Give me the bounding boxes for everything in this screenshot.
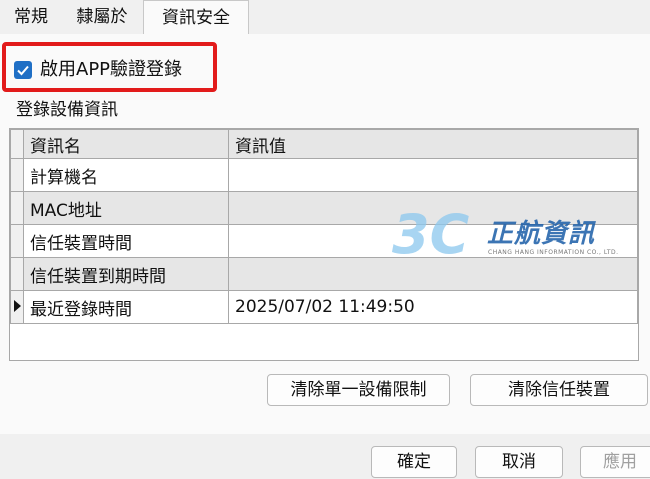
- row-header[interactable]: [10, 257, 24, 291]
- clear-device-limit-button[interactable]: 清除單一設備限制: [267, 374, 450, 406]
- watermark-mark: 3C: [392, 203, 470, 266]
- cell-name: 信任裝置時間: [23, 224, 229, 258]
- apply-button[interactable]: 應用: [580, 446, 650, 478]
- cell-value: 2025/07/02 11:49:50: [228, 290, 638, 324]
- clear-trusted-device-button[interactable]: 清除信任裝置: [470, 374, 648, 406]
- table-row[interactable]: 計算機名: [10, 158, 638, 192]
- tab-general[interactable]: 常規: [0, 2, 62, 32]
- row-header[interactable]: [10, 158, 24, 192]
- watermark-company-cn: 正航資訊: [487, 219, 596, 249]
- table-row[interactable]: 最近登錄時間 2025/07/02 11:49:50: [10, 290, 638, 324]
- cell-name: MAC地址: [23, 191, 229, 225]
- column-header-value[interactable]: 資訊值: [228, 129, 638, 159]
- app-auth-label[interactable]: 啟用APP驗證登錄: [40, 56, 182, 84]
- cell-value: [228, 158, 638, 192]
- current-row-arrow-icon: [13, 300, 21, 312]
- cell-name: 信任裝置到期時間: [23, 257, 229, 291]
- tab-member-of[interactable]: 隸屬於: [62, 2, 142, 32]
- column-header-name[interactable]: 資訊名: [23, 129, 229, 159]
- cell-name: 計算機名: [23, 158, 229, 192]
- tab-bar: 常規 隸屬於 資訊安全: [0, 0, 650, 36]
- cancel-button[interactable]: 取消: [475, 446, 563, 478]
- section-title: 登錄設備資訊: [16, 100, 118, 120]
- tab-security[interactable]: 資訊安全: [143, 0, 249, 36]
- row-header[interactable]: [10, 224, 24, 258]
- ok-button[interactable]: 確定: [371, 446, 457, 478]
- app-auth-checkbox[interactable]: [14, 61, 32, 79]
- row-header-corner: [10, 129, 24, 159]
- row-header[interactable]: [10, 191, 24, 225]
- watermark-company-en: CHANG HANG INFORMATION CO., LTD.: [488, 249, 619, 256]
- cell-name: 最近登錄時間: [23, 290, 229, 324]
- watermark-logo: 3C 正航資訊 CHANG HANG INFORMATION CO., LTD.: [392, 205, 632, 275]
- checkmark-icon: [17, 65, 29, 76]
- row-header[interactable]: [10, 290, 24, 324]
